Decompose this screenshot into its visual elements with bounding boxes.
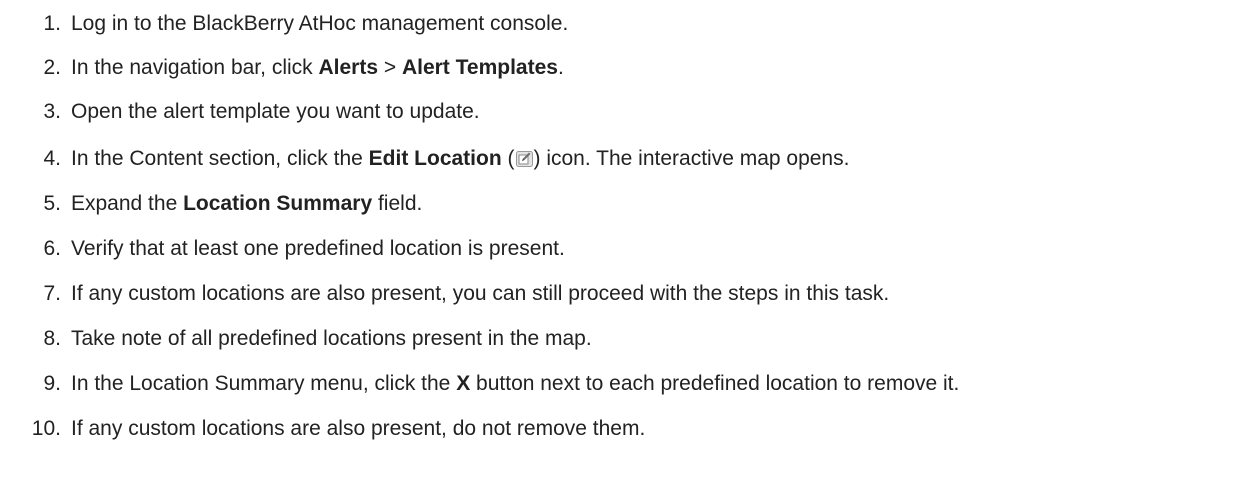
step-5: 5. Expand the Location Summary field. xyxy=(0,181,1253,226)
step-text-post: ) icon. The interactive map opens. xyxy=(533,147,850,170)
step-text: Log in to the BlackBerry AtHoc managemen… xyxy=(71,1,568,46)
step-number: 3. xyxy=(43,100,61,123)
step-text-post: field. xyxy=(372,192,423,215)
separator: > xyxy=(378,56,402,79)
edit-location-label: Edit Location xyxy=(368,147,502,170)
step-text: Expand the Location Summary field. xyxy=(71,181,422,226)
step-4: 4. In the Content section, click the Edi… xyxy=(0,135,1253,183)
step-text-plain: If any custom locations are also present… xyxy=(71,417,646,440)
step-text: Take note of all predefined locations pr… xyxy=(71,316,592,361)
step-text-plain: If any custom locations are also present… xyxy=(71,282,890,305)
edit-pencil-icon xyxy=(515,151,533,167)
step-text-plain: Open the alert template you want to upda… xyxy=(71,100,480,123)
step-text-plain: Take note of all predefined locations pr… xyxy=(71,327,592,350)
step-1: 1. Log in to the BlackBerry AtHoc manage… xyxy=(0,1,1253,46)
step-text-pre: In the Content section, click the xyxy=(71,147,369,170)
step-number: 10. xyxy=(31,417,61,440)
step-number: 1. xyxy=(43,12,61,35)
step-text-post: . xyxy=(557,56,564,79)
step-text-post: button next to each predefined location … xyxy=(470,372,960,395)
step-number: 7. xyxy=(43,282,61,305)
step-text: In the navigation bar, click Alerts > Al… xyxy=(71,45,564,90)
step-text-pre: Expand the xyxy=(71,192,184,215)
step-text-plain: Verify that at least one predefined loca… xyxy=(71,237,565,260)
step-3: 3. Open the alert template you want to u… xyxy=(0,89,1253,134)
paren-open: ( xyxy=(501,147,515,170)
step-text: In the Content section, click the Edit L… xyxy=(71,135,849,183)
step-10: 10. If any custom locations are also pre… xyxy=(0,406,1253,451)
step-number: 8. xyxy=(43,327,61,350)
step-6: 6. Verify that at least one predefined l… xyxy=(0,226,1253,271)
menu-alerts-label: Alerts xyxy=(318,56,379,79)
step-text: Verify that at least one predefined loca… xyxy=(71,226,565,271)
step-text-plain: Log in to the BlackBerry AtHoc managemen… xyxy=(71,12,569,35)
location-summary-label: Location Summary xyxy=(183,192,373,215)
menu-alert-templates-label: Alert Templates xyxy=(401,56,558,79)
remove-x-label: X xyxy=(456,372,471,395)
step-2: 2. In the navigation bar, click Alerts >… xyxy=(0,45,1253,90)
step-number: 2. xyxy=(43,56,61,79)
step-9: 9. In the Location Summary menu, click t… xyxy=(0,361,1253,406)
step-text-pre: In the Location Summary menu, click the xyxy=(71,372,457,395)
step-number: 4. xyxy=(43,147,61,170)
step-text: If any custom locations are also present… xyxy=(71,406,645,451)
step-7: 7. If any custom locations are also pres… xyxy=(0,271,1253,316)
step-text-pre: In the navigation bar, click xyxy=(71,56,319,79)
step-text: If any custom locations are also present… xyxy=(71,271,889,316)
step-number: 9. xyxy=(43,372,61,395)
instruction-steps-list: 1. Log in to the BlackBerry AtHoc manage… xyxy=(0,0,1253,453)
step-number: 5. xyxy=(43,192,61,215)
step-text: In the Location Summary menu, click the … xyxy=(71,361,959,406)
step-number: 6. xyxy=(43,237,61,260)
step-text: Open the alert template you want to upda… xyxy=(71,89,480,134)
step-8: 8. Take note of all predefined locations… xyxy=(0,316,1253,361)
